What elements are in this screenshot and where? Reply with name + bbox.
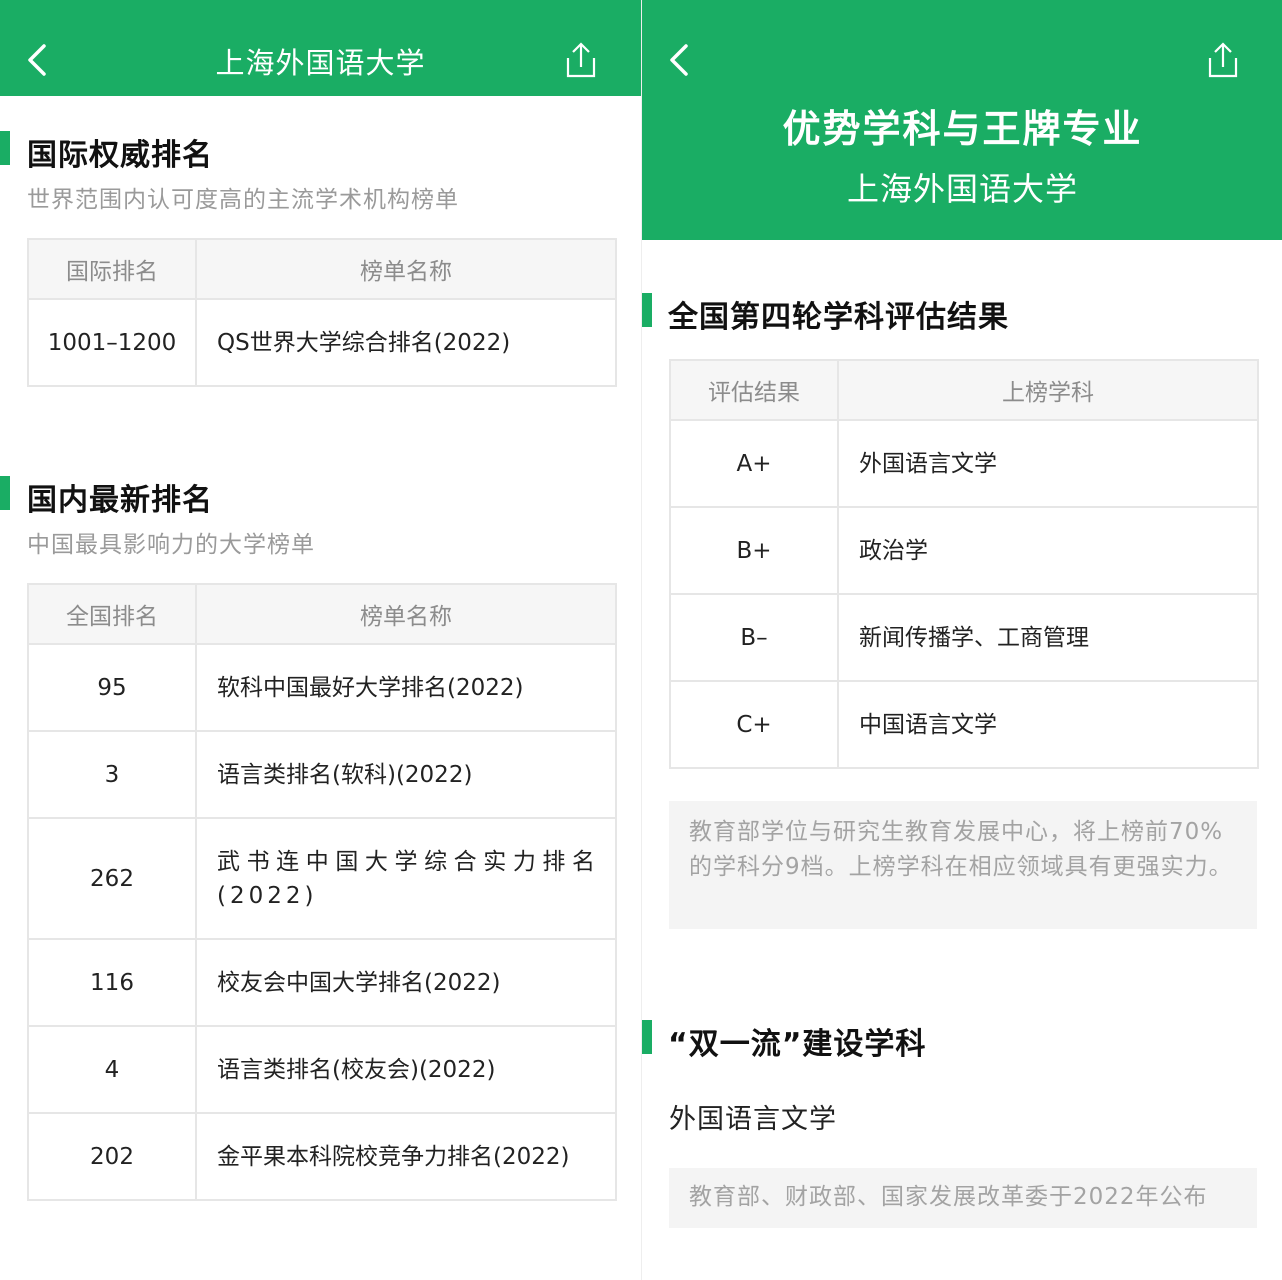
table-row: A+ 外国语言文学 bbox=[669, 419, 1259, 508]
grade-cell: B+ bbox=[669, 506, 839, 595]
domestic-ranking-table: 全国排名 榜单名称 95 软科中国最好大学排名(2022) 3 语言类排名(软科… bbox=[27, 583, 617, 1201]
table-header-row: 全国排名 榜单名称 bbox=[27, 583, 617, 645]
grade-cell: A+ bbox=[669, 419, 839, 508]
subject-cell: 新闻传播学、工商管理 bbox=[837, 593, 1259, 682]
double-first-class-title: “双一流”建设学科 bbox=[668, 1027, 927, 1062]
rank-cell: 3 bbox=[27, 730, 197, 819]
section-accent-bar bbox=[642, 1020, 652, 1054]
table-row: 3 语言类排名(软科)(2022) bbox=[27, 730, 617, 819]
eval-section-title: 全国第四轮学科评估结果 bbox=[668, 300, 1009, 335]
double-first-class-subject: 外国语言文学 bbox=[669, 1104, 837, 1135]
table-row: 95 软科中国最好大学排名(2022) bbox=[27, 643, 617, 732]
hero-banner: 优势学科与王牌专业 上海外国语大学 bbox=[642, 0, 1282, 240]
rank-cell: 202 bbox=[27, 1112, 197, 1201]
intl-section-subtitle: 世界范围内认可度高的主流学术机构榜单 bbox=[27, 187, 459, 213]
ranking-name-cell: QS世界大学综合排名(2022) bbox=[195, 298, 617, 387]
domestic-section-title: 国内最新排名 bbox=[27, 483, 213, 518]
grade-cell: B– bbox=[669, 593, 839, 682]
domestic-section-subtitle: 中国最具影响力的大学榜单 bbox=[27, 532, 315, 558]
share-icon[interactable] bbox=[560, 40, 602, 82]
rank-cell: 116 bbox=[27, 938, 197, 1027]
table-header-row: 评估结果 上榜学科 bbox=[669, 359, 1259, 421]
table-header-row: 国际排名 榜单名称 bbox=[27, 238, 617, 300]
table-row: 116 校友会中国大学排名(2022) bbox=[27, 938, 617, 1027]
section-accent-bar bbox=[642, 293, 652, 327]
section-accent-bar bbox=[0, 476, 10, 510]
ranking-name-cell: 武书连中国大学综合实力排名(2022) bbox=[195, 817, 617, 940]
table-row: 4 语言类排名(校友会)(2022) bbox=[27, 1025, 617, 1114]
intl-section-title: 国际权威排名 bbox=[27, 138, 213, 173]
rank-cell: 1001–1200 bbox=[27, 298, 197, 387]
section-accent-bar bbox=[0, 131, 10, 165]
rank-cell: 262 bbox=[27, 817, 197, 940]
subject-cell: 政治学 bbox=[837, 506, 1259, 595]
grade-cell: C+ bbox=[669, 680, 839, 769]
subject-cell: 外国语言文学 bbox=[837, 419, 1259, 508]
nav-title: 上海外国语大学 bbox=[215, 46, 426, 80]
column-header: 全国排名 bbox=[27, 583, 197, 645]
evaluation-note: 教育部学位与研究生教育发展中心，将上榜前70%的学科分9档。上榜学科在相应领域具… bbox=[669, 801, 1257, 929]
table-row: 202 金平果本科院校竞争力排名(2022) bbox=[27, 1112, 617, 1201]
table-row: B+ 政治学 bbox=[669, 506, 1259, 595]
subject-cell: 中国语言文学 bbox=[837, 680, 1259, 769]
ranking-name-cell: 金平果本科院校竞争力排名(2022) bbox=[195, 1112, 617, 1201]
table-row: C+ 中国语言文学 bbox=[669, 680, 1259, 769]
left-screen: 上海外国语大学 国际权威排名 世界范围内认可度高的主流学术机构榜单 国际排名 榜… bbox=[0, 0, 641, 1280]
back-chevron-icon[interactable] bbox=[664, 40, 696, 80]
intl-ranking-table: 国际排名 榜单名称 1001–1200 QS世界大学综合排名(2022) bbox=[27, 238, 617, 387]
ranking-name-cell: 语言类排名(校友会)(2022) bbox=[195, 1025, 617, 1114]
column-header: 国际排名 bbox=[27, 238, 197, 300]
table-row: 262 武书连中国大学综合实力排名(2022) bbox=[27, 817, 617, 940]
column-header: 榜单名称 bbox=[195, 583, 617, 645]
ranking-name-cell: 校友会中国大学排名(2022) bbox=[195, 938, 617, 1027]
hero-title: 优势学科与王牌专业 bbox=[782, 107, 1143, 151]
column-header: 上榜学科 bbox=[837, 359, 1259, 421]
rank-cell: 4 bbox=[27, 1025, 197, 1114]
hero-subtitle: 上海外国语大学 bbox=[846, 170, 1078, 208]
ranking-name-cell: 语言类排名(软科)(2022) bbox=[195, 730, 617, 819]
share-icon[interactable] bbox=[1202, 40, 1244, 82]
right-screen: 优势学科与王牌专业 上海外国语大学 全国第四轮学科评估结果 评估结果 上榜学科 … bbox=[641, 0, 1282, 1280]
column-header: 榜单名称 bbox=[195, 238, 617, 300]
table-row: B– 新闻传播学、工商管理 bbox=[669, 593, 1259, 682]
nav-bar: 上海外国语大学 bbox=[0, 0, 641, 96]
column-header: 评估结果 bbox=[669, 359, 839, 421]
ranking-name-cell: 软科中国最好大学排名(2022) bbox=[195, 643, 617, 732]
subject-evaluation-table: 评估结果 上榜学科 A+ 外国语言文学 B+ 政治学 B– 新闻传播学、工商管理… bbox=[669, 359, 1259, 769]
double-first-class-note: 教育部、财政部、国家发展改革委于2022年公布 bbox=[669, 1168, 1257, 1228]
table-row: 1001–1200 QS世界大学综合排名(2022) bbox=[27, 298, 617, 387]
rank-cell: 95 bbox=[27, 643, 197, 732]
